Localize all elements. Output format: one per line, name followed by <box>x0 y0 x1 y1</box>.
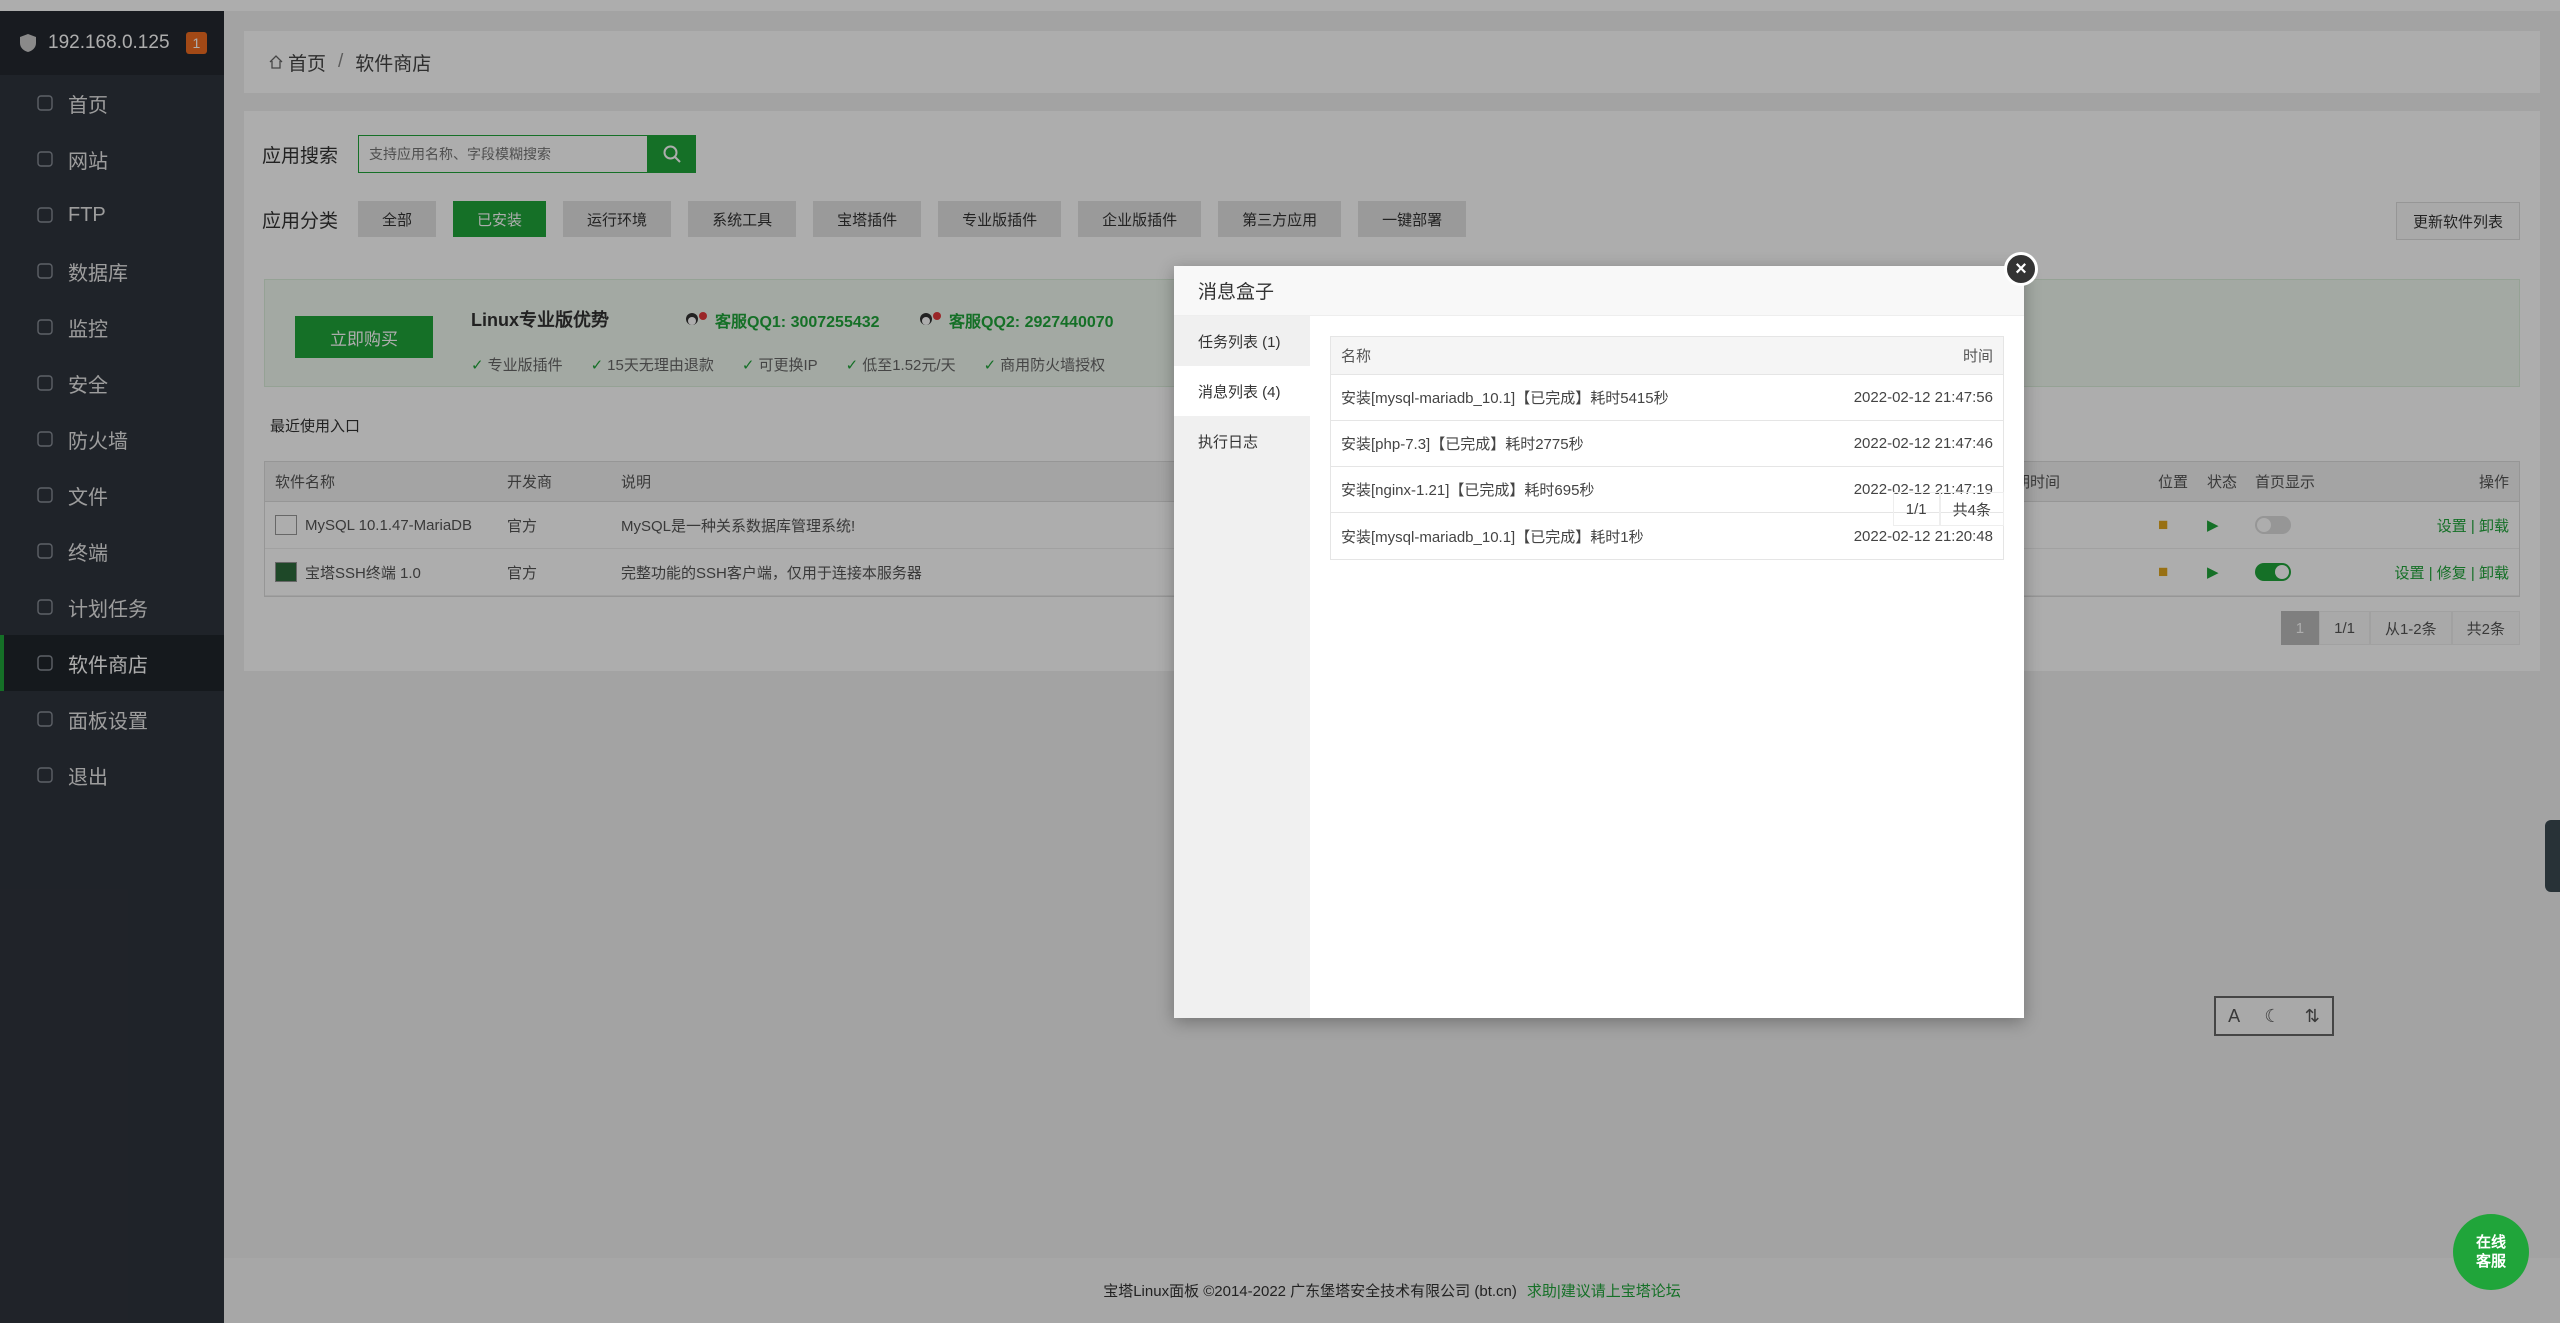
message-pagination: 1/1 共4条 <box>1892 492 2004 526</box>
modal-title: 消息盒子 <box>1174 266 2024 316</box>
message-table-header: 名称 时间 <box>1331 337 2003 375</box>
msg-page-count: 1/1 <box>1892 492 1940 526</box>
close-icon[interactable]: × <box>2004 252 2038 286</box>
message-time: 2022-02-12 21:47:46 <box>1853 435 1993 452</box>
modal-tab-list: 任务列表 (1) 消息列表 (4) 执行日志 <box>1174 316 1310 1018</box>
message-time: 2022-02-12 21:47:56 <box>1853 389 1993 406</box>
col-msg-name: 名称 <box>1341 348 1372 365</box>
message-box-modal: 消息盒子 × 任务列表 (1) 消息列表 (4) 执行日志 名称 时间 安装[mys… <box>1174 252 2038 1018</box>
message-name: 安装[php-7.3]【已完成】耗时2775秒 <box>1341 436 1584 453</box>
modal-tab[interactable]: 任务列表 (1) <box>1174 316 1310 366</box>
modal-tab[interactable]: 执行日志 <box>1174 416 1310 466</box>
message-time: 2022-02-12 21:20:48 <box>1853 527 1993 545</box>
message-name: 安装[mysql-mariadb_10.1]【已完成】耗时5415秒 <box>1341 390 1669 407</box>
online-service-label: 在线 客服 <box>2475 1234 2506 1270</box>
message-name: 安装[mysql-mariadb_10.1]【已完成】耗时1秒 <box>1341 528 1644 546</box>
message-row: 安装[mysql-mariadb_10.1]【已完成】耗时5415秒 2022-0… <box>1331 375 2003 421</box>
msg-page-total: 共4条 <box>1939 492 2004 526</box>
message-table: 名称 时间 安装[mysql-mariadb_10.1]【已完成】耗时5415秒… <box>1330 336 2004 560</box>
online-service-button[interactable]: 在线 客服 <box>2453 1214 2529 1290</box>
message-name: 安装[nginx-1.21]【已完成】耗时695秒 <box>1341 482 1595 499</box>
col-msg-time: 时间 <box>1962 348 1993 365</box>
message-row: 安装[php-7.3]【已完成】耗时2775秒 2022-02-12 21:47:… <box>1331 421 2003 467</box>
modal-body: 名称 时间 安装[mysql-mariadb_10.1]【已完成】耗时5415秒… <box>1310 316 2024 1018</box>
modal-tab[interactable]: 消息列表 (4) <box>1174 366 1310 416</box>
